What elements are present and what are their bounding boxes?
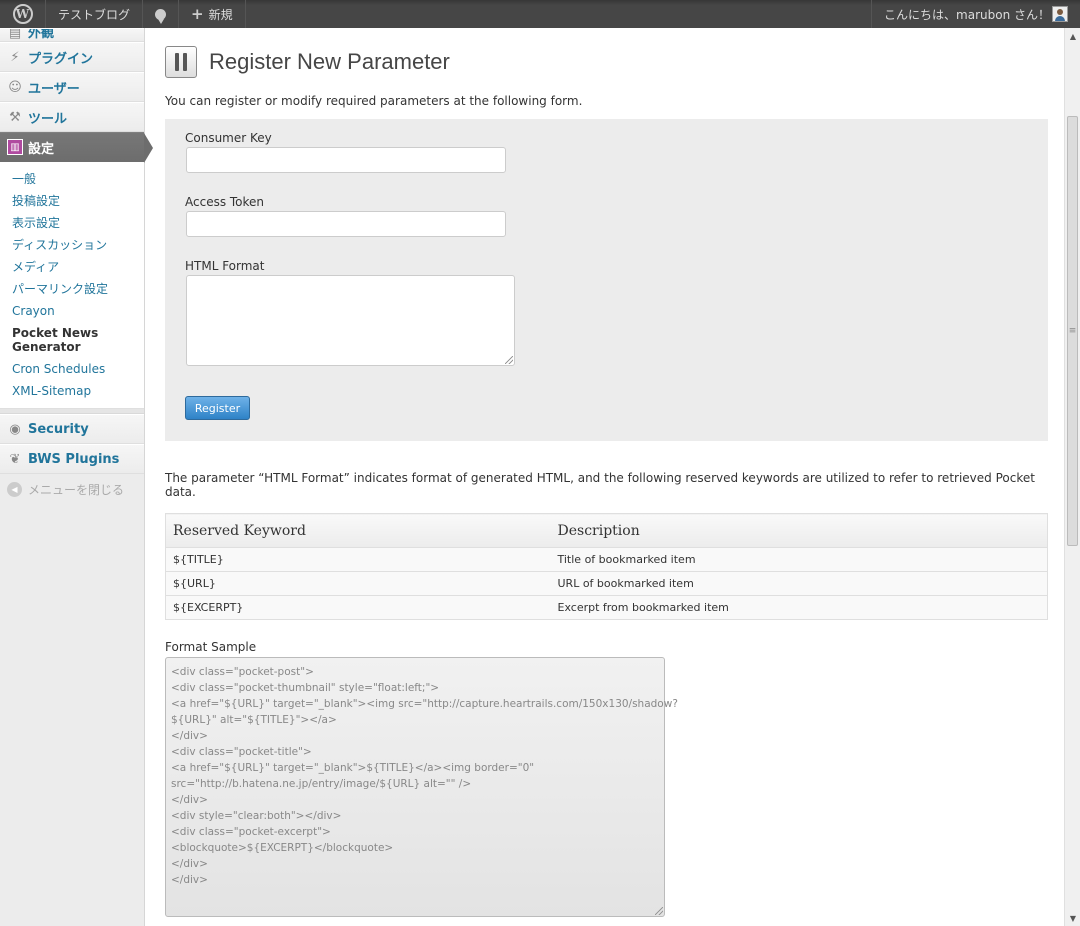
submenu-crayon[interactable]: Crayon — [0, 300, 144, 322]
html-format-textarea[interactable] — [186, 275, 515, 366]
settings-icon: ▥ — [7, 139, 23, 155]
html-format-label: HTML Format — [185, 259, 265, 273]
sample-line: <div class="pocket-title"> — [171, 746, 312, 758]
submenu-cron-schedules[interactable]: Cron Schedules — [0, 358, 144, 380]
sample-line: <div class="pocket-post"> — [171, 666, 314, 678]
menu-tools[interactable]: ⚒ ツール — [0, 102, 144, 132]
menu-users[interactable]: ☺ ユーザー — [0, 72, 144, 102]
table-row: ${TITLE} Title of bookmarked item — [165, 547, 1048, 572]
main-content: Register New Parameter You can register … — [146, 28, 1064, 926]
wordpress-logo-menu[interactable]: W — [0, 0, 46, 28]
page-header: Register New Parameter — [165, 46, 1064, 78]
comments-link[interactable] — [143, 0, 180, 28]
sample-line: </div> — [171, 730, 208, 742]
submenu-pocket-news-generator[interactable]: Pocket News Generator — [0, 322, 144, 358]
table-header-row: Reserved Keyword Description — [165, 513, 1048, 548]
sample-line: </div> — [171, 874, 208, 886]
scroll-up-arrow-icon[interactable]: ▲ — [1065, 28, 1080, 44]
menu-users-label: ユーザー — [28, 81, 80, 97]
menu-settings[interactable]: ▥ 設定 — [0, 132, 153, 163]
sample-line: <div style="clear:both"></div> — [171, 810, 342, 822]
sample-line: </div> — [171, 794, 208, 806]
menu-plugins-label: プラグイン — [28, 51, 94, 67]
sample-line: <div class="pocket-thumbnail" style="flo… — [171, 682, 440, 694]
register-button[interactable]: Register — [185, 396, 250, 420]
settings-sliders-icon — [165, 46, 197, 78]
format-sample-textarea[interactable]: <div class="pocket-post"> <div class="po… — [165, 657, 678, 917]
collapse-menu-button[interactable]: ◀ メニューを閉じる — [0, 474, 144, 504]
sample-line: <blockquote>${EXCERPT}</blockquote> — [171, 842, 394, 854]
column-header-description: Description — [550, 513, 1048, 548]
bws-icon: ❦ — [9, 451, 21, 467]
format-sample-label: Format Sample — [165, 640, 257, 654]
wordpress-icon: W — [12, 4, 33, 24]
html-format-description: The parameter “HTML Format” indicates fo… — [165, 471, 1035, 499]
reserved-keywords-table: Reserved Keyword Description ${TITLE} Ti… — [165, 513, 1048, 620]
admin-sidebar: ▤ 外観 ⚡ プラグイン ☺ ユーザー ⚒ ツール ▥ 設定 一般 投稿設定 表… — [0, 28, 153, 926]
description-cell: Excerpt from bookmarked item — [550, 595, 1048, 620]
resize-grip-icon[interactable] — [505, 356, 513, 364]
submenu-discussion[interactable]: ディスカッション — [0, 234, 144, 256]
scroll-down-arrow-icon[interactable]: ▼ — [1065, 910, 1080, 926]
admin-bar: W テストブログ + 新規 こんにちは、marubon さん！ — [0, 0, 1080, 28]
table-row: ${URL} URL of bookmarked item — [165, 571, 1048, 596]
sample-line: <div class="pocket-excerpt"> — [171, 826, 331, 838]
submenu-permalinks[interactable]: パーマリンク設定 — [0, 278, 144, 300]
access-token-input[interactable] — [186, 211, 506, 237]
resize-grip-icon[interactable] — [655, 907, 663, 915]
access-token-label: Access Token — [185, 195, 265, 209]
new-content-menu[interactable]: + 新規 — [179, 0, 246, 28]
menu-security[interactable]: ◉ Security — [0, 414, 144, 444]
sample-line: ${URL}" alt="${TITLE}"></a> — [171, 714, 337, 726]
menu-appearance-label: 外観 — [28, 28, 55, 41]
keyword-cell: ${TITLE} — [165, 547, 551, 572]
submenu-writing[interactable]: 投稿設定 — [0, 190, 144, 212]
site-name-link[interactable]: テストブログ — [46, 0, 144, 28]
users-icon: ☺ — [8, 79, 22, 95]
avatar — [1052, 6, 1068, 22]
menu-bws-plugins-label: BWS Plugins — [28, 451, 120, 467]
my-account-menu[interactable]: こんにちは、marubon さん！ — [871, 0, 1080, 28]
plus-icon: + — [191, 5, 204, 23]
sample-line: </div> — [171, 858, 208, 870]
settings-submenu: 一般 投稿設定 表示設定 ディスカッション メディア パーマリンク設定 Cray… — [0, 162, 144, 409]
keyword-cell: ${EXCERPT} — [165, 595, 551, 620]
menu-plugins[interactable]: ⚡ プラグイン — [0, 42, 144, 72]
collapse-arrow-icon: ◀ — [7, 481, 22, 497]
menu-settings-label: 設定 — [28, 141, 55, 157]
comment-bubble-icon — [155, 8, 167, 24]
intro-text: You can register or modify required para… — [165, 94, 583, 108]
vertical-scrollbar[interactable]: ▲ ≡ ▼ — [1064, 28, 1080, 926]
menu-bws-plugins[interactable]: ❦ BWS Plugins — [0, 444, 144, 474]
column-header-keyword: Reserved Keyword — [165, 513, 551, 548]
tools-icon: ⚒ — [9, 109, 21, 125]
description-cell: Title of bookmarked item — [550, 547, 1048, 572]
description-cell: URL of bookmarked item — [550, 571, 1048, 596]
scrollbar-thumb[interactable]: ≡ — [1067, 116, 1078, 546]
security-icon: ◉ — [9, 421, 21, 437]
keyword-cell: ${URL} — [165, 571, 551, 596]
submenu-media[interactable]: メディア — [0, 256, 144, 278]
new-content-label: 新規 — [208, 7, 233, 22]
submenu-xml-sitemap[interactable]: XML-Sitemap — [0, 380, 144, 402]
submenu-reading[interactable]: 表示設定 — [0, 212, 144, 234]
page-title: Register New Parameter — [209, 49, 450, 74]
plug-icon: ⚡ — [10, 49, 20, 65]
collapse-menu-label: メニューを閉じる — [28, 482, 125, 497]
appearance-icon: ▤ — [8, 28, 22, 41]
sample-line: src="http://b.hatena.ne.jp/entry/image/$… — [171, 778, 472, 790]
greeting-text: こんにちは、marubon さん！ — [884, 7, 1050, 22]
table-row: ${EXCERPT} Excerpt from bookmarked item — [165, 595, 1048, 620]
menu-security-label: Security — [28, 421, 89, 437]
sample-line: <a href="${URL}" target="_blank">${TITLE… — [171, 762, 535, 774]
menu-tools-label: ツール — [28, 111, 68, 127]
menu-appearance[interactable]: ▤ 外観 — [0, 28, 144, 42]
consumer-key-input[interactable] — [186, 147, 506, 173]
consumer-key-label: Consumer Key — [185, 131, 272, 145]
parameter-form: Consumer Key Access Token HTML Format Re… — [165, 119, 1048, 441]
sample-line: <a href="${URL}" target="_blank"><img sr… — [171, 698, 678, 710]
submenu-general[interactable]: 一般 — [0, 168, 144, 190]
